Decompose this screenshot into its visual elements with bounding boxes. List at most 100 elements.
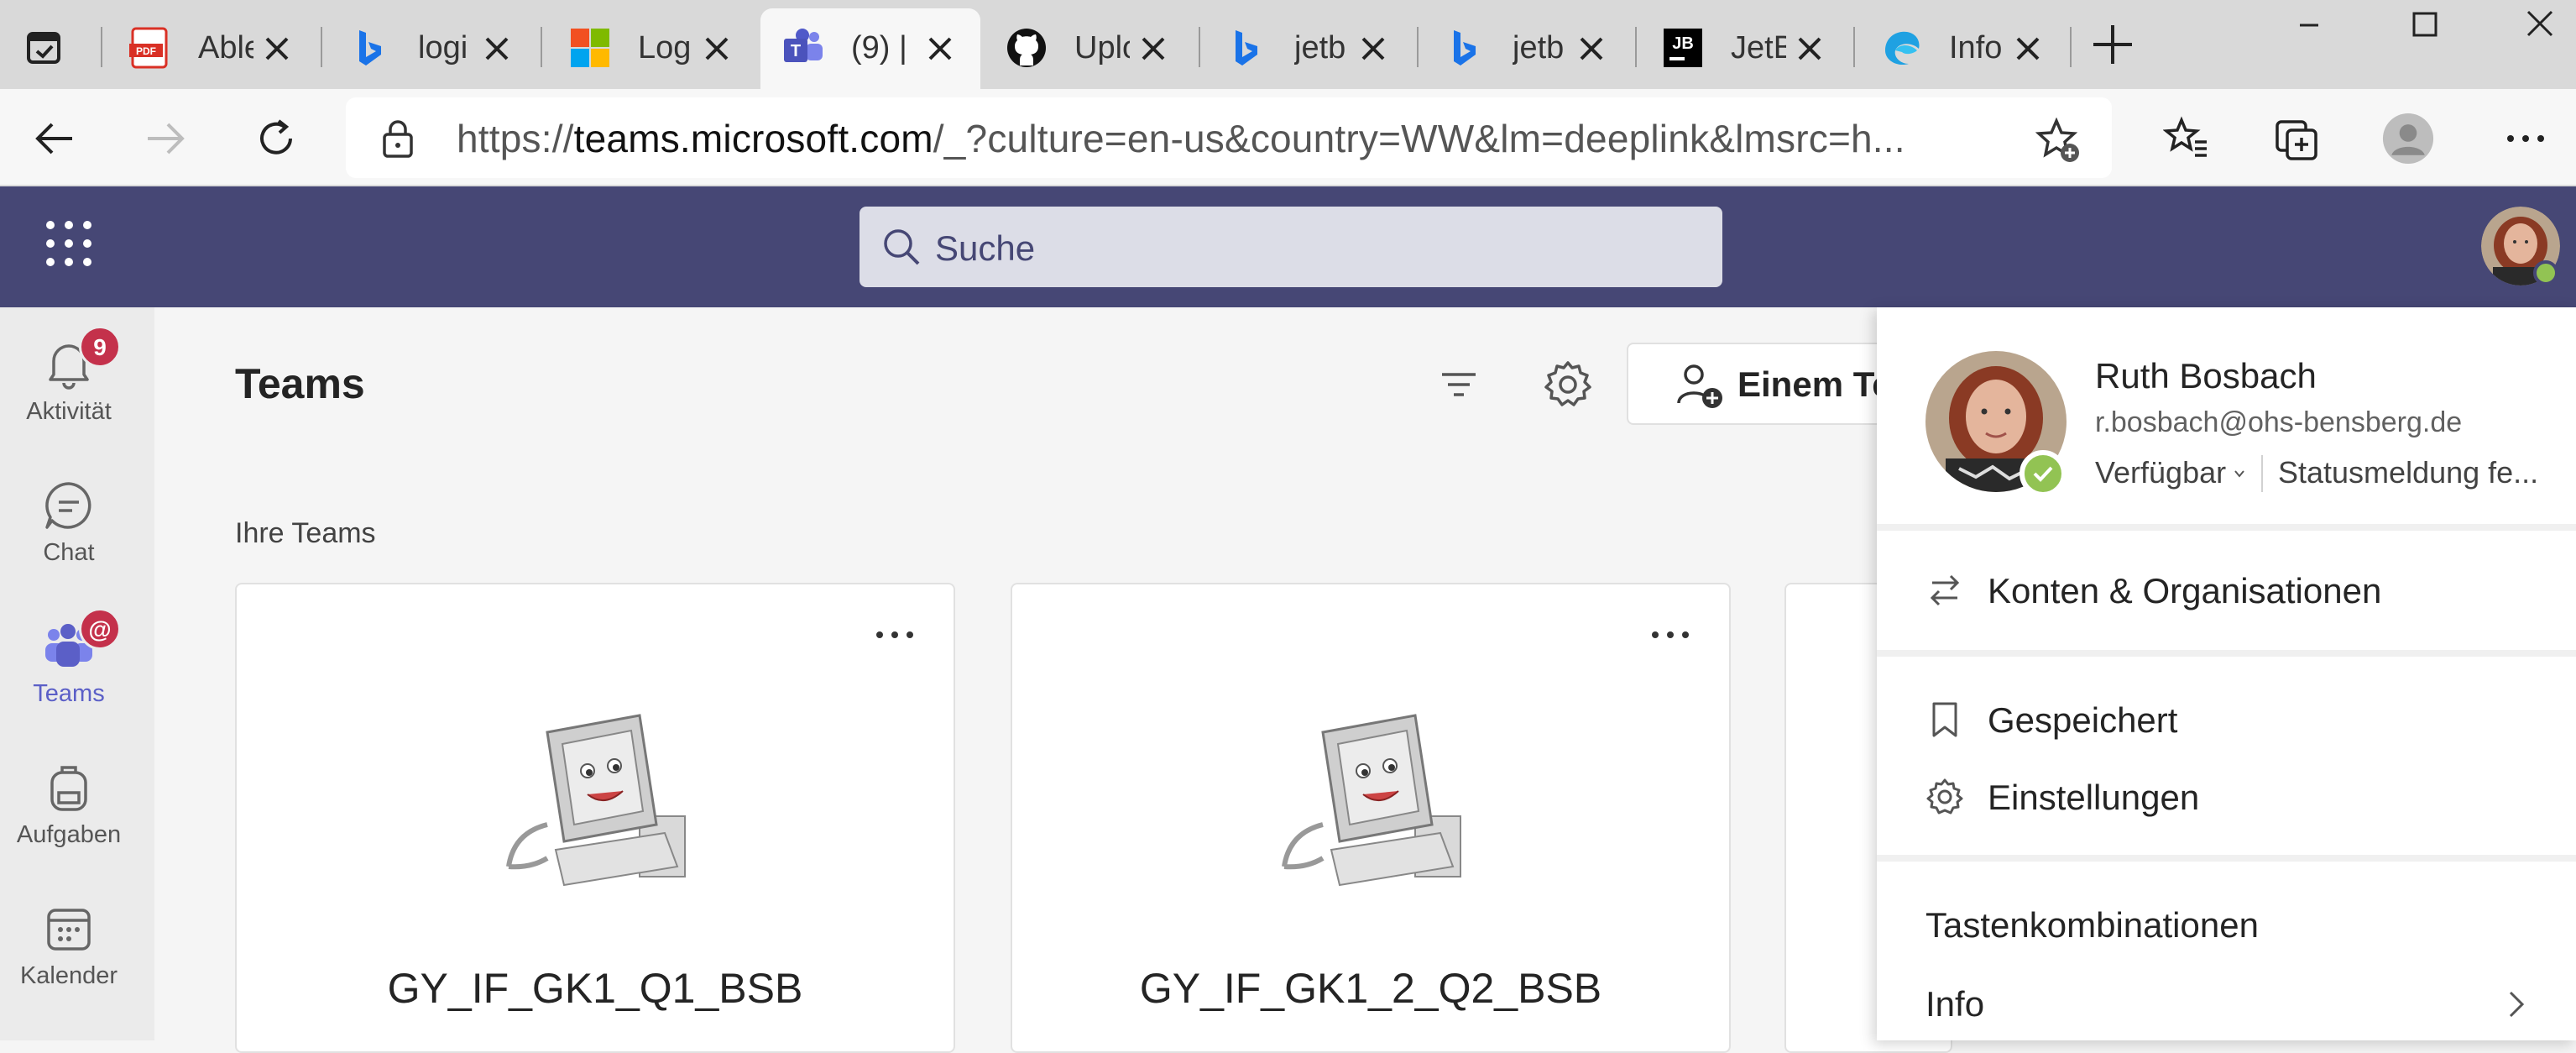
add-favorite-icon[interactable] — [2035, 118, 2082, 165]
bing-icon — [359, 30, 381, 65]
calendar-icon — [47, 909, 91, 951]
switch-arrows-icon — [1930, 574, 1960, 606]
app-launcher-icon[interactable] — [44, 218, 94, 269]
tab-title: Log — [638, 30, 692, 65]
gear-icon[interactable] — [1541, 358, 1595, 411]
teams-icon: T — [784, 29, 823, 62]
close-icon[interactable] — [922, 30, 959, 67]
filter-icon[interactable] — [1435, 361, 1482, 408]
browser-tab[interactable]: PDF Able — [107, 8, 317, 89]
availability-dropdown[interactable]: Verfügbar — [2095, 455, 2226, 490]
rail-item-teams[interactable]: @ Teams — [0, 596, 138, 731]
browser-tab-active[interactable]: T (9) | — [760, 8, 980, 89]
more-options-icon[interactable] — [2500, 113, 2552, 165]
microsoft-icon — [571, 29, 609, 67]
tab-title: jetb — [1294, 30, 1346, 65]
menu-item-label: Konten & Organisationen — [1988, 571, 2382, 610]
browser-tab[interactable]: Info — [1858, 8, 2068, 89]
search-icon — [884, 229, 920, 265]
close-icon[interactable] — [1355, 30, 1392, 67]
presence-available-icon — [2020, 450, 2067, 497]
pdf-icon: PDF — [129, 27, 168, 69]
browser-tab[interactable]: logi — [327, 8, 537, 89]
close-icon[interactable] — [2009, 30, 2046, 67]
github-icon — [1007, 29, 1046, 67]
backpack-icon — [50, 766, 87, 811]
divider — [1877, 650, 2576, 657]
close-icon[interactable] — [259, 30, 295, 67]
profile-flyout: Ruth Bosbach r.bosbach@ohs-bensberg.de V… — [1877, 307, 2576, 1040]
browser-tab[interactable]: jetb — [1422, 8, 1632, 89]
maximize-icon[interactable] — [2394, 5, 2453, 45]
new-tab-icon[interactable] — [2088, 20, 2137, 69]
chevron-down-icon — [2234, 470, 2244, 478]
url-text: https://teams.microsoft.com/_?culture=en… — [457, 116, 2001, 161]
divider — [1877, 855, 2576, 862]
menu-item-label: Tastenkombinationen — [1925, 905, 2259, 945]
rail-item-label: Teams — [33, 680, 105, 707]
browser-tab-strip: PDF Able logi Log T (9) | Uplo jetb jetb — [0, 0, 2576, 89]
edge-icon — [1885, 31, 1920, 65]
your-teams-heading: Ihre Teams — [235, 517, 376, 549]
close-icon[interactable] — [698, 30, 735, 67]
team-picture-computer — [506, 714, 686, 887]
close-icon[interactable] — [1791, 30, 1828, 67]
menu-item-accounts[interactable]: Konten & Organisationen — [1877, 553, 2576, 626]
close-icon[interactable] — [1573, 30, 1610, 67]
favorites-icon[interactable] — [2161, 113, 2213, 165]
refresh-icon[interactable] — [250, 113, 302, 165]
close-icon[interactable] — [1135, 30, 1172, 67]
tab-title: Able — [198, 30, 253, 65]
menu-item-saved[interactable]: Gespeichert — [1877, 682, 2576, 756]
gear-icon — [1926, 778, 1963, 815]
menu-item-keyboard-shortcuts[interactable]: Tastenkombinationen — [1877, 887, 2576, 961]
teams-header: Suche — [0, 186, 2576, 307]
rail-item-activity[interactable]: 9 Aktivität — [0, 314, 138, 448]
join-or-create-team-button[interactable]: Einem Te — [1627, 343, 1904, 425]
rail-item-calendar[interactable]: Kalender — [0, 878, 138, 1013]
rail-item-assignments[interactable]: Aufgaben — [0, 737, 138, 872]
tab-title: Uplo — [1074, 30, 1130, 65]
browser-tab[interactable]: Uplo — [984, 8, 1194, 89]
team-picture-computer — [1282, 714, 1461, 887]
bookmark-icon — [1932, 702, 1957, 737]
page-title: Teams — [235, 360, 365, 407]
chat-icon — [45, 482, 91, 529]
tab-title: (9) | — [851, 30, 907, 65]
more-options-icon[interactable] — [873, 625, 917, 645]
team-card[interactable]: GY_IF_GK1_Q1_BSB — [235, 583, 955, 1053]
browser-tab[interactable]: JB JetB — [1640, 8, 1850, 89]
team-card[interactable]: GY_IF_GK1_2_Q2_BSB — [1011, 583, 1731, 1053]
svg-text:PDF: PDF — [136, 45, 156, 57]
url-path: /_?culture=en-us&country=WW&lm=deeplink&… — [933, 117, 1905, 160]
back-icon[interactable] — [29, 113, 81, 165]
menu-item-info[interactable]: Info — [1877, 966, 2576, 1040]
set-status-message[interactable]: Statusmeldung fe... — [2278, 455, 2538, 490]
url-domain: teams.microsoft.com — [573, 117, 933, 160]
browser-tab[interactable]: Log — [547, 8, 757, 89]
browser-tab[interactable]: jetb — [1204, 8, 1413, 89]
menu-item-label: Einstellungen — [1988, 778, 2200, 817]
forward-icon — [139, 113, 191, 165]
workspaces-icon[interactable] — [20, 24, 69, 72]
tab-title: logi — [418, 30, 468, 65]
browser-toolbar: https://teams.microsoft.com/_?culture=en… — [0, 89, 2576, 186]
close-window-icon[interactable] — [2510, 5, 2568, 45]
close-icon[interactable] — [478, 30, 515, 67]
search-input[interactable]: Suche — [860, 207, 1722, 287]
team-name: GY_IF_GK1_Q1_BSB — [387, 965, 803, 1012]
search-placeholder: Suche — [935, 228, 1036, 268]
address-bar[interactable]: https://teams.microsoft.com/_?culture=en… — [346, 97, 2112, 178]
more-options-icon[interactable] — [1649, 625, 1692, 645]
tab-title: Info — [1949, 30, 2003, 65]
join-team-label: Einem Te — [1737, 364, 1892, 404]
rail-item-label: Kalender — [19, 962, 118, 989]
menu-item-settings[interactable]: Einstellungen — [1877, 759, 2576, 833]
lock-icon[interactable] — [381, 119, 415, 158]
rail-item-chat[interactable]: Chat — [0, 455, 138, 589]
tab-title: jetb — [1513, 30, 1565, 65]
minimize-icon[interactable] — [2280, 5, 2338, 45]
divider — [1877, 524, 2576, 531]
profile-avatar-icon[interactable] — [2382, 113, 2434, 165]
collections-icon[interactable] — [2271, 113, 2323, 165]
